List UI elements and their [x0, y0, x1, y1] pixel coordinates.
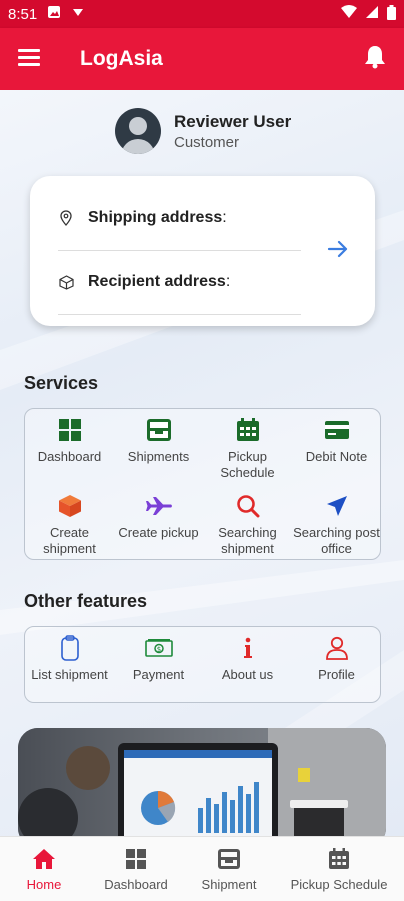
- nav-shipment[interactable]: Shipment: [194, 847, 264, 892]
- service-create-pickup[interactable]: Create pickup: [114, 493, 203, 541]
- nav-home[interactable]: Home: [20, 847, 68, 892]
- service-dashboard[interactable]: Dashboard: [25, 417, 114, 465]
- service-label: Create pickup: [118, 525, 199, 540]
- main-content: Reviewer User Customer Shipping address …: [0, 90, 404, 836]
- service-label: Debit Note: [305, 449, 368, 464]
- nav-dashboard[interactable]: Dashboard: [98, 847, 174, 892]
- inbox-tray-icon: [114, 417, 203, 443]
- svg-text:$: $: [156, 646, 160, 654]
- service-searching-post-office[interactable]: Searching post office: [292, 493, 381, 557]
- service-label: Shipments: [127, 449, 190, 464]
- recipient-address-row[interactable]: Recipient address :: [58, 250, 301, 315]
- shipping-address-colon: :: [222, 209, 227, 226]
- recipient-address-label: Recipient address: [88, 273, 226, 290]
- image-notification-icon: [47, 5, 61, 23]
- service-label: Pickup Schedule: [220, 449, 275, 480]
- recipient-address-colon: :: [225, 273, 231, 290]
- app-bar: LogAsia: [0, 28, 404, 90]
- user-profile[interactable]: Reviewer User Customer: [115, 108, 291, 154]
- service-label: Searching shipment: [218, 525, 277, 556]
- signal-icon: [365, 5, 379, 23]
- feature-label: About us: [221, 667, 274, 682]
- person-icon: [292, 635, 381, 661]
- package-icon: [58, 274, 74, 290]
- box-icon: [25, 493, 114, 519]
- address-card[interactable]: Shipping address : Recipient address :: [30, 176, 375, 326]
- dashboard-icon: [25, 417, 114, 443]
- feature-label: Payment: [132, 667, 185, 682]
- service-create-shipment[interactable]: Create shipment: [25, 493, 114, 557]
- service-debit-note[interactable]: Debit Note: [292, 417, 381, 465]
- service-label: Searching post office: [293, 525, 380, 556]
- user-role: Customer: [174, 133, 240, 151]
- location-pin-icon: [58, 210, 74, 226]
- user-name: Reviewer User: [174, 111, 292, 131]
- feature-profile[interactable]: Profile: [292, 635, 381, 683]
- status-time: 8:51: [8, 5, 38, 23]
- arrow-right-icon[interactable]: [327, 240, 349, 263]
- service-searching-shipment[interactable]: Searching shipment: [203, 493, 292, 557]
- nav-pickup-schedule[interactable]: Pickup Schedule: [284, 847, 394, 892]
- menu-icon[interactable]: [18, 48, 40, 71]
- service-label: Create shipment: [43, 525, 96, 556]
- feature-payment[interactable]: $ Payment: [114, 635, 203, 683]
- wifi-icon: [341, 5, 357, 23]
- dashboard-icon: [98, 847, 174, 871]
- cash-icon: $: [114, 635, 203, 661]
- inbox-tray-icon: [194, 847, 264, 871]
- service-label: Dashboard: [37, 449, 102, 464]
- laptop-analytics-image: [18, 728, 386, 836]
- clipboard-icon: [25, 635, 114, 661]
- nav-label: Pickup Schedule: [290, 877, 388, 892]
- avatar: [115, 108, 161, 154]
- search-icon: [203, 493, 292, 519]
- promo-banner-image[interactable]: [18, 728, 386, 836]
- status-bar: 8:51: [0, 0, 404, 28]
- shipping-address-row[interactable]: Shipping address :: [58, 186, 301, 251]
- bottom-navigation: Home Dashboard Shipment Pickup Schedule: [0, 836, 404, 901]
- shipping-address-label: Shipping address: [88, 209, 223, 226]
- services-grid: Dashboard Shipments Pickup Schedule Debi…: [24, 408, 381, 560]
- airplane-icon: [114, 493, 203, 519]
- feature-about-us[interactable]: About us: [203, 635, 292, 683]
- navigation-arrow-icon: [292, 493, 381, 519]
- nav-label: Dashboard: [104, 877, 168, 892]
- other-features-grid: List shipment $ Payment About us Profile: [24, 626, 381, 703]
- service-pickup-schedule[interactable]: Pickup Schedule: [203, 417, 292, 481]
- calendar-icon: [284, 847, 394, 871]
- feature-label: Profile: [318, 667, 355, 682]
- bell-icon[interactable]: [364, 45, 386, 74]
- nav-label: Home: [26, 877, 62, 892]
- home-icon: [20, 847, 68, 871]
- feature-list-shipment[interactable]: List shipment: [25, 635, 114, 683]
- info-icon: [203, 635, 292, 661]
- app-title: LogAsia: [80, 47, 163, 70]
- battery-icon: [387, 4, 396, 24]
- feature-label: List shipment: [31, 667, 108, 682]
- credit-card-icon: [292, 417, 381, 443]
- download-notification-icon: [71, 5, 85, 23]
- other-features-title: Other features: [24, 591, 148, 611]
- calendar-icon: [203, 417, 292, 443]
- services-title: Services: [24, 373, 99, 393]
- nav-label: Shipment: [201, 877, 257, 892]
- service-shipments[interactable]: Shipments: [114, 417, 203, 465]
